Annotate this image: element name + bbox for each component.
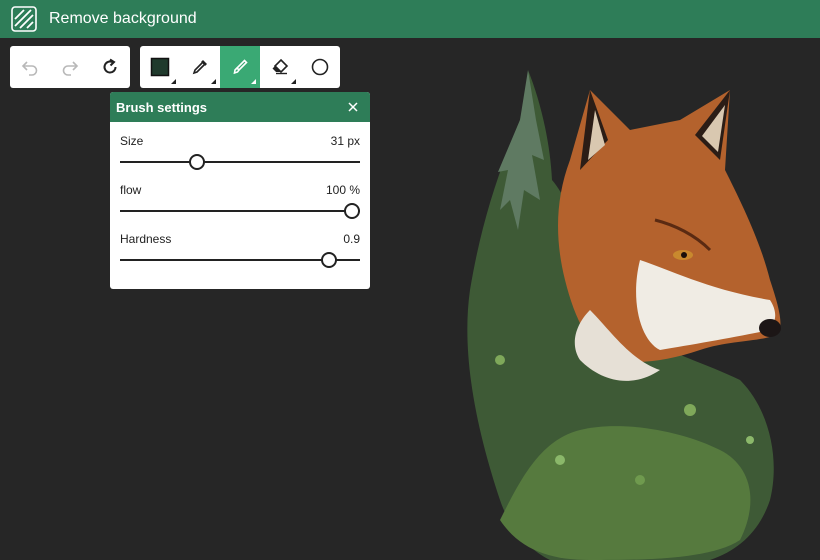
app-window: Remove background Brush settings Size 31… [0,0,820,560]
close-icon[interactable] [346,100,360,114]
undo-button[interactable] [10,46,50,88]
history-toolbar [10,46,130,88]
size-setting: Size 31 px [110,122,370,171]
size-value: 31 px [330,134,360,148]
tools-toolbar [140,46,340,88]
flow-setting: flow 100 % [110,171,370,220]
dropdown-corner-icon [291,79,296,84]
undo-icon [21,61,38,76]
dropdown-corner-icon [251,79,256,84]
brush-settings-title: Brush settings [116,99,208,115]
dropdown-corner-icon [211,79,216,84]
eyedropper-icon [192,60,207,75]
brush-settings-header: Brush settings [110,92,370,122]
redo-button[interactable] [50,46,90,88]
app-title: Remove background [49,10,197,27]
flow-slider-thumb[interactable] [344,203,360,219]
dropdown-corner-icon [171,79,176,84]
eraser-button[interactable] [260,46,300,88]
hardness-value: 0.9 [343,232,360,246]
color-swatch-button[interactable] [140,46,180,88]
size-slider-track [120,161,360,163]
brush-icon [233,59,248,75]
canvas-image-fox[interactable] [440,60,820,560]
hardness-label: Hardness [120,232,172,246]
eyedropper-button[interactable] [180,46,220,88]
circle-icon [311,58,329,76]
flow-label: flow [120,183,142,197]
title-bar: Remove background [0,0,820,38]
size-label: Size [120,134,144,148]
brush-settings-panel: Brush settings Size 31 px flow 100 % Har… [110,92,370,289]
hardness-slider[interactable] [120,252,360,268]
redo-icon [62,61,79,76]
app-logo-icon [11,6,37,32]
eraser-icon [272,58,289,75]
size-slider[interactable] [120,154,360,170]
shape-button[interactable] [300,46,340,88]
hardness-setting: Hardness 0.9 [110,220,370,269]
reset-button[interactable] [90,46,130,88]
size-slider-thumb[interactable] [188,154,205,170]
flow-slider[interactable] [120,203,360,219]
hardness-slider-thumb[interactable] [320,252,337,268]
color-swatch-icon [150,57,170,77]
brush-button[interactable] [220,46,260,88]
flow-value: 100 % [325,183,360,197]
reset-icon [103,58,117,74]
flow-slider-track [120,210,360,212]
